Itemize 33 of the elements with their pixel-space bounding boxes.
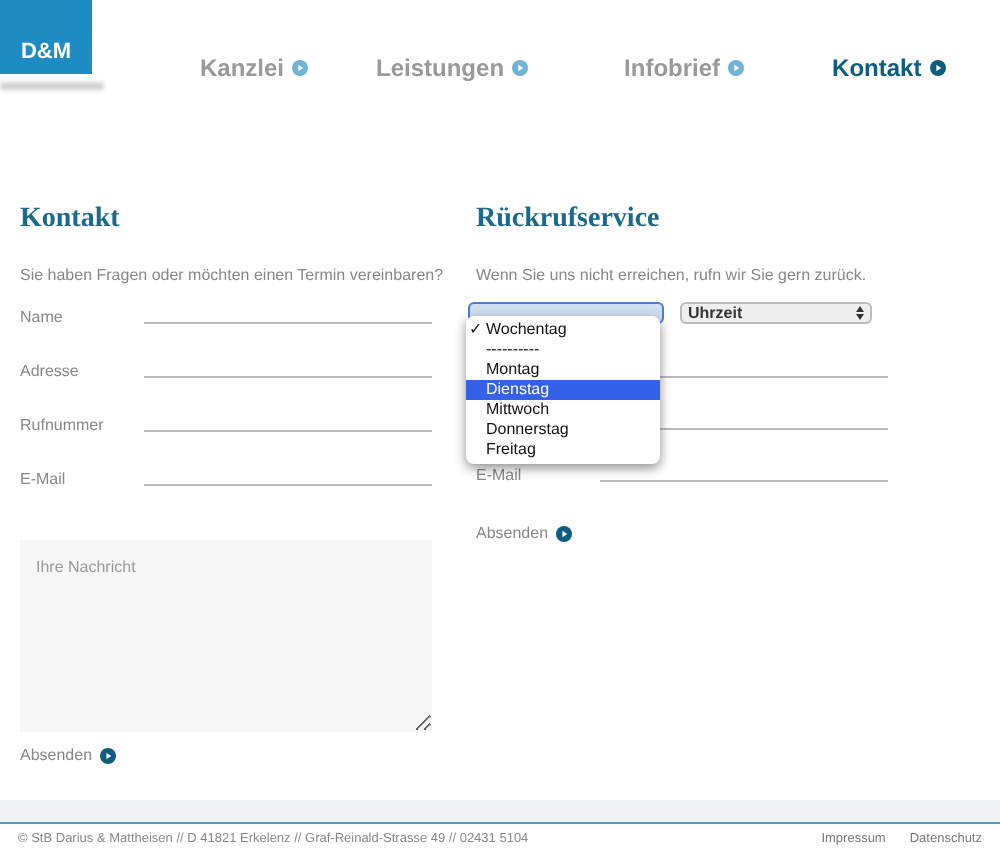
nav-link[interactable]: Leistungen: [376, 50, 505, 86]
field-label: E-Mail: [20, 468, 68, 492]
nav-link[interactable]: Infobrief: [624, 50, 721, 86]
field-label: Name: [20, 306, 65, 330]
play-circle-icon: [556, 526, 573, 542]
play-circle-icon: [512, 60, 529, 76]
nav-link[interactable]: Kontakt: [832, 50, 922, 86]
logo-shadow: [0, 82, 104, 90]
nav-link[interactable]: Kanzlei: [200, 50, 285, 86]
intro-text: Wenn Sie uns nicht erreichen, rufn wir Sie gern zurück.: [476, 264, 869, 288]
field-label: Rufnummer: [20, 414, 106, 438]
section-heading: Rückrufservice: [476, 204, 662, 236]
menu-item[interactable]: Freitag: [466, 440, 660, 460]
submit-link[interactable]: Absenden: [20, 744, 93, 768]
submit-link[interactable]: Absenden: [476, 522, 549, 546]
logo[interactable]: D&M: [0, 0, 92, 74]
time-select[interactable]: Uhrzeit: [680, 302, 872, 324]
message-field[interactable]: Ihre Nachricht: [20, 540, 432, 732]
menu-item[interactable]: Donnerstag: [466, 420, 660, 440]
menu-item[interactable]: ✓ Wochentag: [466, 320, 660, 340]
updown-icon: [856, 306, 864, 320]
menu-item[interactable]: Mittwoch: [466, 400, 660, 420]
field-label: E-Mail: [476, 464, 524, 488]
section-heading: Kontakt: [20, 204, 122, 236]
play-circle-icon: [929, 60, 946, 76]
menu-item[interactable]: ----------: [466, 340, 660, 360]
play-circle-icon: [292, 60, 309, 76]
menu-item[interactable]: Montag: [466, 360, 660, 380]
play-circle-icon: [728, 60, 745, 76]
field-label: Adresse: [20, 360, 81, 384]
menu-item[interactable]: Dienstag: [466, 380, 660, 400]
play-circle-icon: [100, 748, 117, 764]
intro-text: Sie haben Fragen oder möchten einen Termin vereinbaren?: [20, 264, 444, 288]
